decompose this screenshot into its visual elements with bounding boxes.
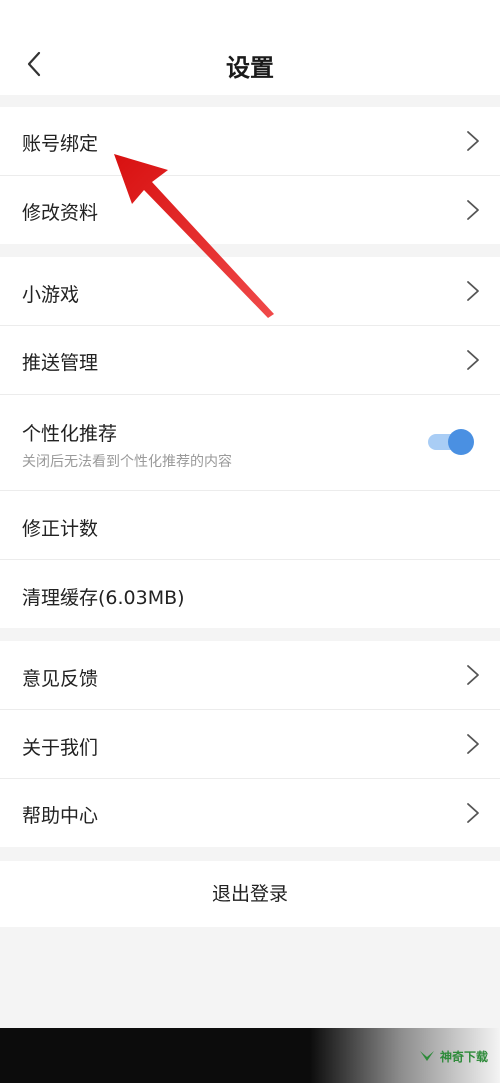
chevron-right-icon: [467, 350, 479, 370]
chevron-right-icon: [467, 200, 479, 220]
chevron-right-icon: [467, 734, 479, 754]
settings-item-help-center[interactable]: 帮助中心: [0, 779, 500, 847]
page-title: 设置: [226, 54, 274, 82]
settings-item-label: 清理缓存(6.03MB): [22, 587, 185, 609]
settings-item-label: 帮助中心: [22, 805, 99, 827]
settings-item-personalized-recommendation: 个性化推荐 关闭后无法看到个性化推荐的内容: [0, 395, 500, 490]
settings-item-account-binding[interactable]: 账号绑定: [0, 107, 500, 175]
settings-item-label: 意见反馈: [22, 668, 99, 690]
chevron-right-icon: [467, 131, 479, 151]
settings-item-label: 修正计数: [22, 518, 99, 540]
personalized-recommendation-toggle[interactable]: [428, 429, 474, 455]
watermark: 神奇下载: [418, 1046, 488, 1066]
settings-item-label: 修改资料: [22, 202, 99, 224]
settings-item-label: 账号绑定: [22, 133, 99, 155]
settings-item-description: 关闭后无法看到个性化推荐的内容: [22, 454, 232, 470]
logout-button[interactable]: 退出登录: [0, 861, 500, 927]
settings-item-mini-games[interactable]: 小游戏: [0, 257, 500, 325]
header-bar: 设置: [0, 0, 500, 95]
settings-item-about-us[interactable]: 关于我们: [0, 710, 500, 778]
settings-item-correct-count[interactable]: 修正计数: [0, 491, 500, 559]
settings-item-label: 个性化推荐: [22, 423, 118, 445]
settings-item-label: 推送管理: [22, 352, 99, 374]
watermark-text: 神奇下载: [439, 1049, 488, 1064]
settings-item-edit-profile[interactable]: 修改资料: [0, 176, 500, 244]
toggle-knob: [448, 429, 474, 455]
settings-item-feedback[interactable]: 意见反馈: [0, 641, 500, 709]
settings-item-label: 小游戏: [22, 284, 80, 306]
settings-item-label: 关于我们: [22, 737, 99, 759]
chevron-right-icon: [467, 803, 479, 823]
settings-item-clear-cache[interactable]: 清理缓存(6.03MB): [0, 560, 500, 628]
chevron-right-icon: [467, 281, 479, 301]
chevron-right-icon: [467, 665, 479, 685]
settings-item-push-management[interactable]: 推送管理: [0, 326, 500, 394]
watermark-logo-icon: [419, 1051, 434, 1061]
